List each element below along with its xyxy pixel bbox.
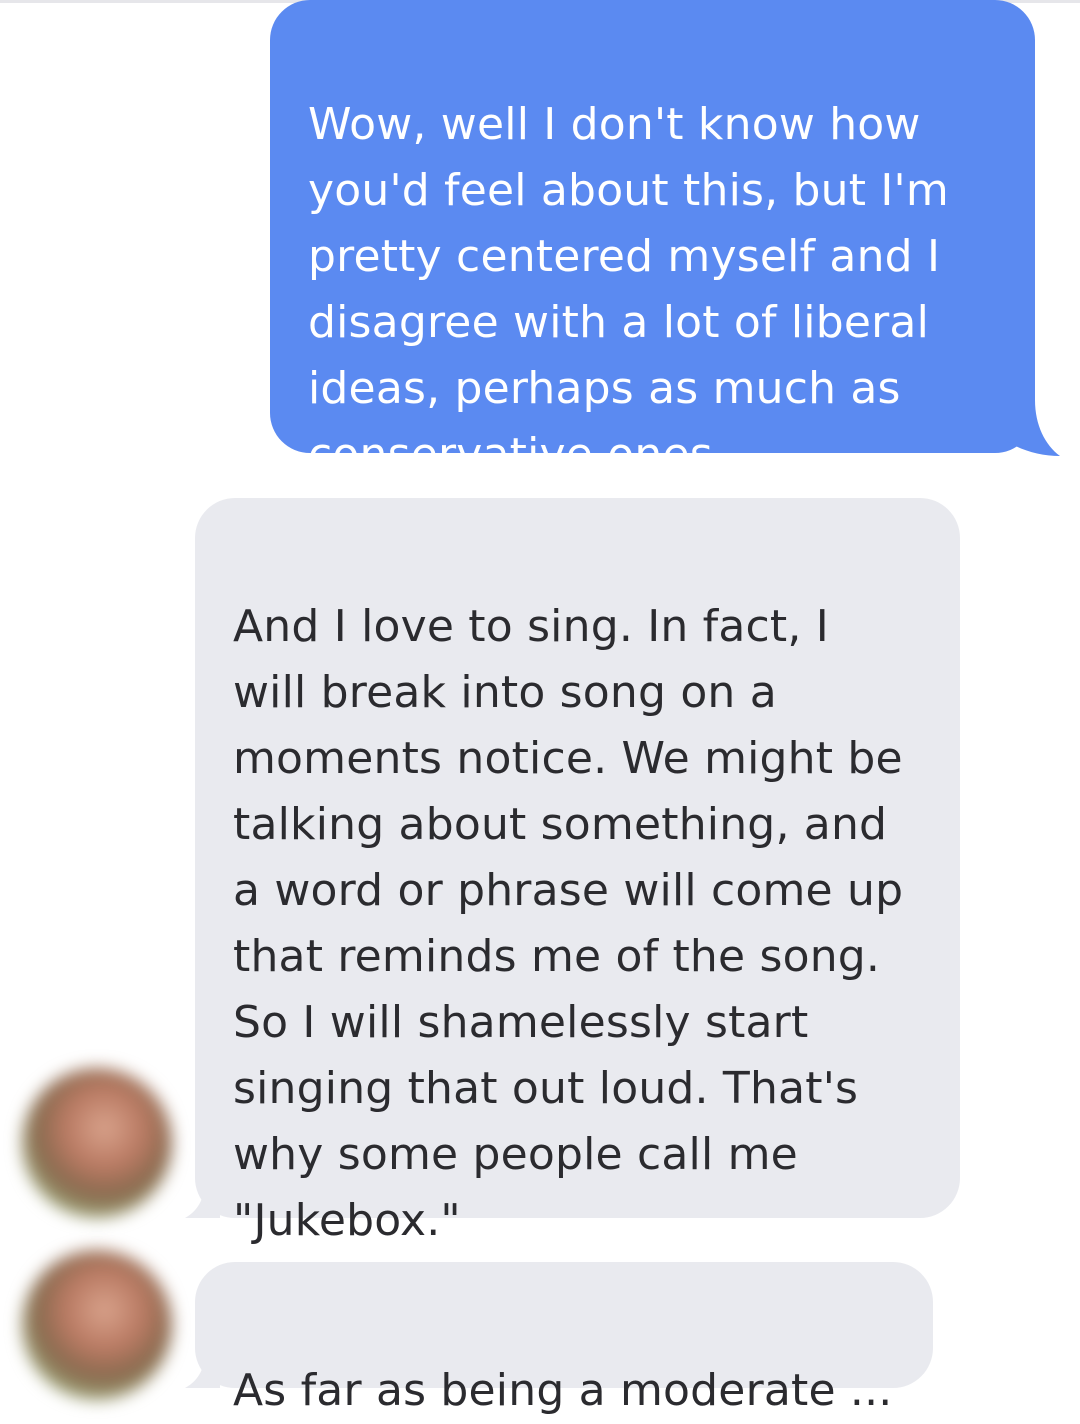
bubble-tail-icon xyxy=(1005,400,1060,456)
avatar[interactable] xyxy=(22,1250,172,1400)
outgoing-message-bubble[interactable]: Wow, well I don't know how you'd feel ab… xyxy=(270,0,1035,480)
avatar[interactable] xyxy=(22,1068,172,1218)
message-thread[interactable]: Wow, well I don't know how you'd feel ab… xyxy=(0,0,1080,1416)
bubble-tail-icon xyxy=(185,1352,220,1388)
message-text: As far as being a moderate ... xyxy=(233,1365,893,1416)
message-text: Wow, well I don't know how you'd feel ab… xyxy=(308,99,949,480)
incoming-message-bubble[interactable]: As far as being a moderate ... xyxy=(195,1262,933,1416)
message-text: And I love to sing. In fact, I will brea… xyxy=(233,601,904,1246)
bubble-tail-icon xyxy=(185,1180,220,1218)
incoming-message-bubble[interactable]: And I love to sing. In fact, I will brea… xyxy=(195,498,960,1246)
